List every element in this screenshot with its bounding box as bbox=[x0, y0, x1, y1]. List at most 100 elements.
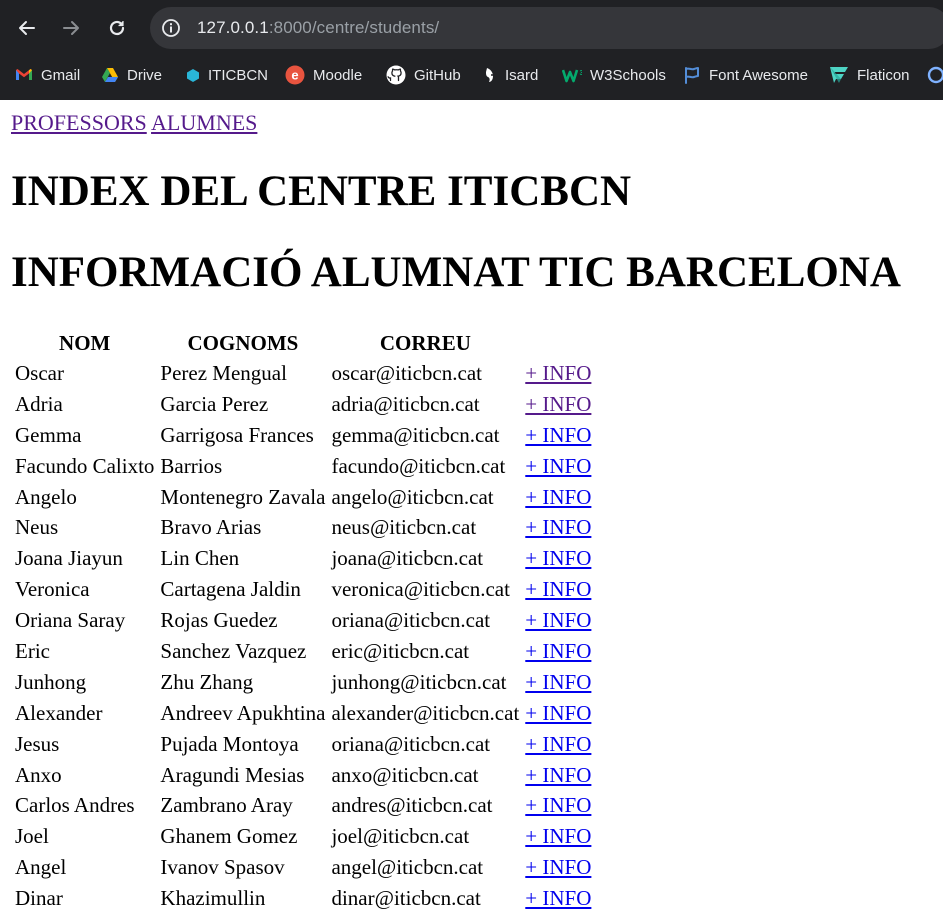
cell-info: + INFO bbox=[523, 605, 593, 636]
table-row: Adria Garcia Perez adria@iticbcn.cat + INFO bbox=[13, 389, 593, 420]
site-info-icon[interactable] bbox=[160, 17, 182, 39]
forward-button[interactable] bbox=[53, 10, 89, 46]
cell-nom: Angel bbox=[15, 855, 67, 880]
bookmark-gmail[interactable]: Gmail bbox=[15, 62, 80, 88]
info-link[interactable]: + INFO bbox=[525, 701, 591, 725]
cell-cognoms: Cartagena Jaldin bbox=[160, 577, 301, 602]
top-nav: PROFESSORS ALUMNES bbox=[11, 110, 257, 136]
table-row: Jesus Pujada Montoya oriana@iticbcn.cat + I… bbox=[13, 729, 593, 760]
cell-correu: veronica@iticbcn.cat bbox=[331, 577, 510, 602]
info-link[interactable]: + INFO bbox=[525, 886, 591, 910]
reload-button[interactable] bbox=[99, 10, 135, 46]
info-link[interactable]: + INFO bbox=[525, 515, 591, 539]
bookmark-drive[interactable]: Drive bbox=[101, 62, 162, 88]
info-link[interactable]: + INFO bbox=[525, 855, 591, 879]
bookmark-iticbcn[interactable]: ITICBCN bbox=[186, 62, 268, 88]
cell-info: + INFO bbox=[523, 451, 593, 482]
cell-correu: junhong@iticbcn.cat bbox=[331, 669, 507, 694]
w3schools-icon: 3 bbox=[561, 66, 584, 84]
info-link[interactable]: + INFO bbox=[525, 608, 591, 632]
table-row: Anxo Aragundi Mesias anxo@iticbcn.cat + INF… bbox=[13, 760, 593, 791]
info-link[interactable]: + INFO bbox=[525, 639, 591, 663]
table-row: Dinar Khazimullin dinar@iticbcn.cat + INFO bbox=[13, 883, 593, 914]
cell-nom: Joana Jiayun bbox=[15, 546, 123, 571]
cell-correu: dinar@iticbcn.cat bbox=[331, 886, 481, 911]
cell-correu: adria@iticbcn.cat bbox=[331, 391, 480, 416]
info-link[interactable]: + INFO bbox=[525, 454, 591, 478]
cell-info: + INFO bbox=[523, 790, 593, 821]
cell-cognoms: Barrios bbox=[160, 453, 223, 478]
svg-text:e: e bbox=[291, 68, 298, 83]
info-link[interactable]: + INFO bbox=[525, 392, 591, 416]
bookmark-more[interactable] bbox=[927, 62, 943, 88]
cell-nom: Jesus bbox=[15, 731, 60, 756]
cell-cognoms: Perez Mengual bbox=[160, 360, 287, 385]
bookmark-w3schools[interactable]: 3 W3Schools bbox=[561, 62, 666, 88]
cell-info: + INFO bbox=[523, 574, 593, 605]
bookmarks-bar: Gmail Drive ITICBCN e Moodle GitHub Isar… bbox=[0, 62, 943, 88]
table-row: Angelo Montenegro Zavala angelo@iticbcn.ca… bbox=[13, 482, 593, 513]
bookmark-isard[interactable]: Isard bbox=[483, 62, 538, 88]
cell-info: + INFO bbox=[523, 821, 593, 852]
table-row: Neus Bravo Arias neus@iticbcn.cat + INFO bbox=[13, 512, 593, 543]
cell-nom: Gemma bbox=[15, 422, 82, 447]
iticbcn-icon bbox=[186, 66, 200, 84]
students-table: NOM COGNOMS CORREU Oscar Perez Mengual osc… bbox=[11, 328, 595, 914]
bookmark-fontawesome[interactable]: Font Awesome bbox=[683, 62, 808, 88]
table-row: Oriana Saray Rojas Guedez oriana@iticbcn.c… bbox=[13, 605, 593, 636]
github-icon bbox=[386, 65, 406, 85]
info-link[interactable]: + INFO bbox=[525, 423, 591, 447]
cell-cognoms: Zhu Zhang bbox=[160, 669, 254, 694]
table-row: Joana Jiayun Lin Chen joana@iticbcn.cat + I… bbox=[13, 543, 593, 574]
moodle-icon: e bbox=[285, 65, 305, 85]
table-row: Carlos Andres Zambrano Aray andres@iticbcn… bbox=[13, 790, 593, 821]
info-link[interactable]: + INFO bbox=[525, 670, 591, 694]
cell-nom: Veronica bbox=[15, 577, 90, 602]
cell-nom: Alexander bbox=[15, 700, 103, 725]
bookmark-label: Moodle bbox=[313, 66, 363, 84]
bookmark-moodle[interactable]: e Moodle bbox=[285, 62, 362, 88]
bookmark-github[interactable]: GitHub bbox=[386, 62, 461, 88]
arrow-left-icon bbox=[19, 21, 35, 35]
info-link[interactable]: + INFO bbox=[525, 763, 591, 787]
table-row: Facundo Calixto Barrios facundo@iticbcn.ca… bbox=[13, 451, 593, 482]
bookmark-label: GitHub bbox=[414, 66, 461, 84]
bookmark-label: Font Awesome bbox=[709, 66, 808, 84]
cell-info: + INFO bbox=[523, 389, 593, 420]
page-title: INDEX DEL CENTRE ITICBCN bbox=[11, 168, 632, 215]
info-link[interactable]: + INFO bbox=[525, 824, 591, 848]
cell-cognoms: Garrigosa Frances bbox=[160, 422, 314, 447]
info-link[interactable]: + INFO bbox=[525, 361, 591, 385]
info-link[interactable]: + INFO bbox=[525, 546, 591, 570]
cell-nom: Junhong bbox=[15, 669, 87, 694]
address-bar[interactable]: 127.0.0.1:8000/centre/students/ bbox=[150, 7, 943, 49]
section-title: INFORMACIÓ ALUMNAT TIC BARCELONA bbox=[11, 249, 901, 296]
cell-cognoms: Ghanem Gomez bbox=[160, 824, 298, 849]
back-button[interactable] bbox=[9, 10, 45, 46]
info-link[interactable]: + INFO bbox=[525, 793, 591, 817]
nav-link-alumnes[interactable]: ALUMNES bbox=[151, 110, 257, 135]
bookmark-flaticon[interactable]: Flaticon bbox=[829, 62, 910, 88]
info-link[interactable]: + INFO bbox=[525, 485, 591, 509]
nav-link-professors[interactable]: PROFESSORS bbox=[11, 110, 147, 135]
cell-cognoms: Ivanov Spasov bbox=[160, 855, 285, 880]
arrow-right-icon bbox=[63, 21, 79, 35]
cell-info: + INFO bbox=[523, 636, 593, 667]
cell-info: + INFO bbox=[523, 420, 593, 451]
gmail-icon bbox=[15, 66, 33, 84]
cell-cognoms: Aragundi Mesias bbox=[160, 762, 305, 787]
cell-cognoms: Rojas Guedez bbox=[160, 608, 278, 633]
cell-correu: oriana@iticbcn.cat bbox=[331, 608, 491, 633]
cell-cognoms: Khazimullin bbox=[160, 886, 266, 911]
bookmark-label: Flaticon bbox=[857, 66, 910, 84]
cell-nom: Facundo Calixto bbox=[15, 453, 155, 478]
cell-info: + INFO bbox=[523, 512, 593, 543]
cell-nom: Neus bbox=[15, 515, 59, 540]
cell-info: + INFO bbox=[523, 729, 593, 760]
cell-correu: joel@iticbcn.cat bbox=[331, 824, 470, 849]
cell-info: + INFO bbox=[523, 760, 593, 791]
info-link[interactable]: + INFO bbox=[525, 577, 591, 601]
drive-icon bbox=[101, 66, 119, 84]
cell-nom: Dinar bbox=[15, 886, 63, 911]
info-link[interactable]: + INFO bbox=[525, 732, 591, 756]
